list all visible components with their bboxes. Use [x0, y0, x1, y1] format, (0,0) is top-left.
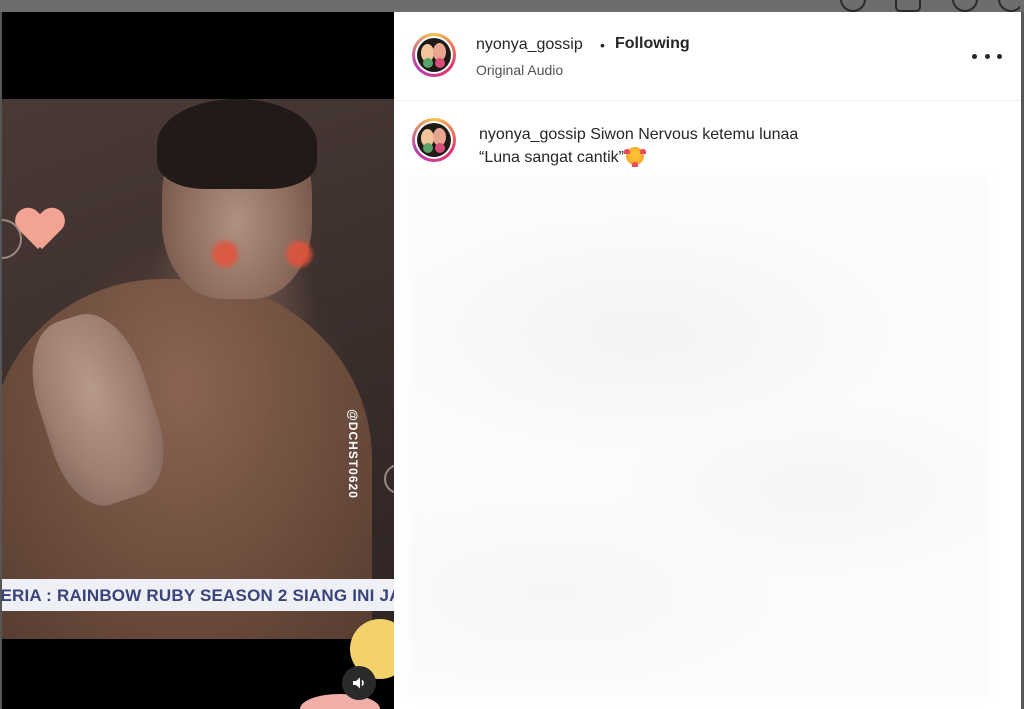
caption-line-1: nyonya_gossip Siwon Nervous ketemu lunaa [479, 123, 999, 146]
header-username[interactable]: nyonya_gossip [476, 36, 583, 54]
following-button[interactable]: Following [615, 35, 690, 53]
search-icon [840, 0, 866, 12]
audio-link[interactable]: Original Audio [476, 62, 563, 78]
smiling-face-with-hearts-emoji [623, 147, 646, 167]
post-caption: nyonya_gossip Siwon Nervous ketemu lunaa… [479, 123, 999, 169]
blush-sticker-right [286, 241, 312, 267]
more-horizontal-icon [972, 53, 977, 59]
video-frame: @DCHST0620 [2, 99, 394, 709]
avatar-image [417, 38, 451, 72]
avatar[interactable] [412, 33, 456, 77]
new-post-icon [895, 0, 921, 12]
ticker-text: CERIA : RAINBOW RUBY SEASON 2 SIANG INI … [2, 586, 394, 605]
mute-button[interactable] [342, 666, 376, 700]
caption-quote: “Luna sangat cantik” [479, 149, 624, 166]
watermark: @DCHST0620 [342, 399, 364, 509]
explore-icon [952, 0, 978, 12]
blurred-comments-area [409, 177, 989, 697]
more-options-button[interactable] [972, 46, 1002, 66]
post-panel: nyonya_gossip • Following Original Audio… [394, 12, 1021, 709]
news-ticker: CERIA : RAINBOW RUBY SEASON 2 SIANG INI … [2, 579, 394, 611]
watermark-text: @DCHST0620 [346, 409, 361, 499]
volume-icon [353, 677, 364, 689]
heart-icon [998, 0, 1020, 12]
caption-line-2: “Luna sangat cantik” [479, 146, 999, 169]
heart-outline-sticker [384, 464, 394, 494]
heart-sticker [16, 209, 64, 253]
caption-username[interactable]: nyonya_gossip [479, 126, 586, 143]
person-hair [157, 99, 317, 189]
separator-dot: • [600, 37, 605, 53]
caption-text: Siwon Nervous ketemu lunaa [590, 126, 799, 143]
video-player[interactable]: @DCHST0620 CERIA : RAINBOW RUBY SEASON 2… [2, 12, 394, 709]
post-header: nyonya_gossip • Following Original Audio [394, 12, 1021, 101]
avatar-image [417, 123, 451, 157]
backdrop-nav-icons [780, 0, 1020, 12]
blush-sticker-left [212, 241, 238, 267]
caption-avatar[interactable] [412, 118, 456, 162]
